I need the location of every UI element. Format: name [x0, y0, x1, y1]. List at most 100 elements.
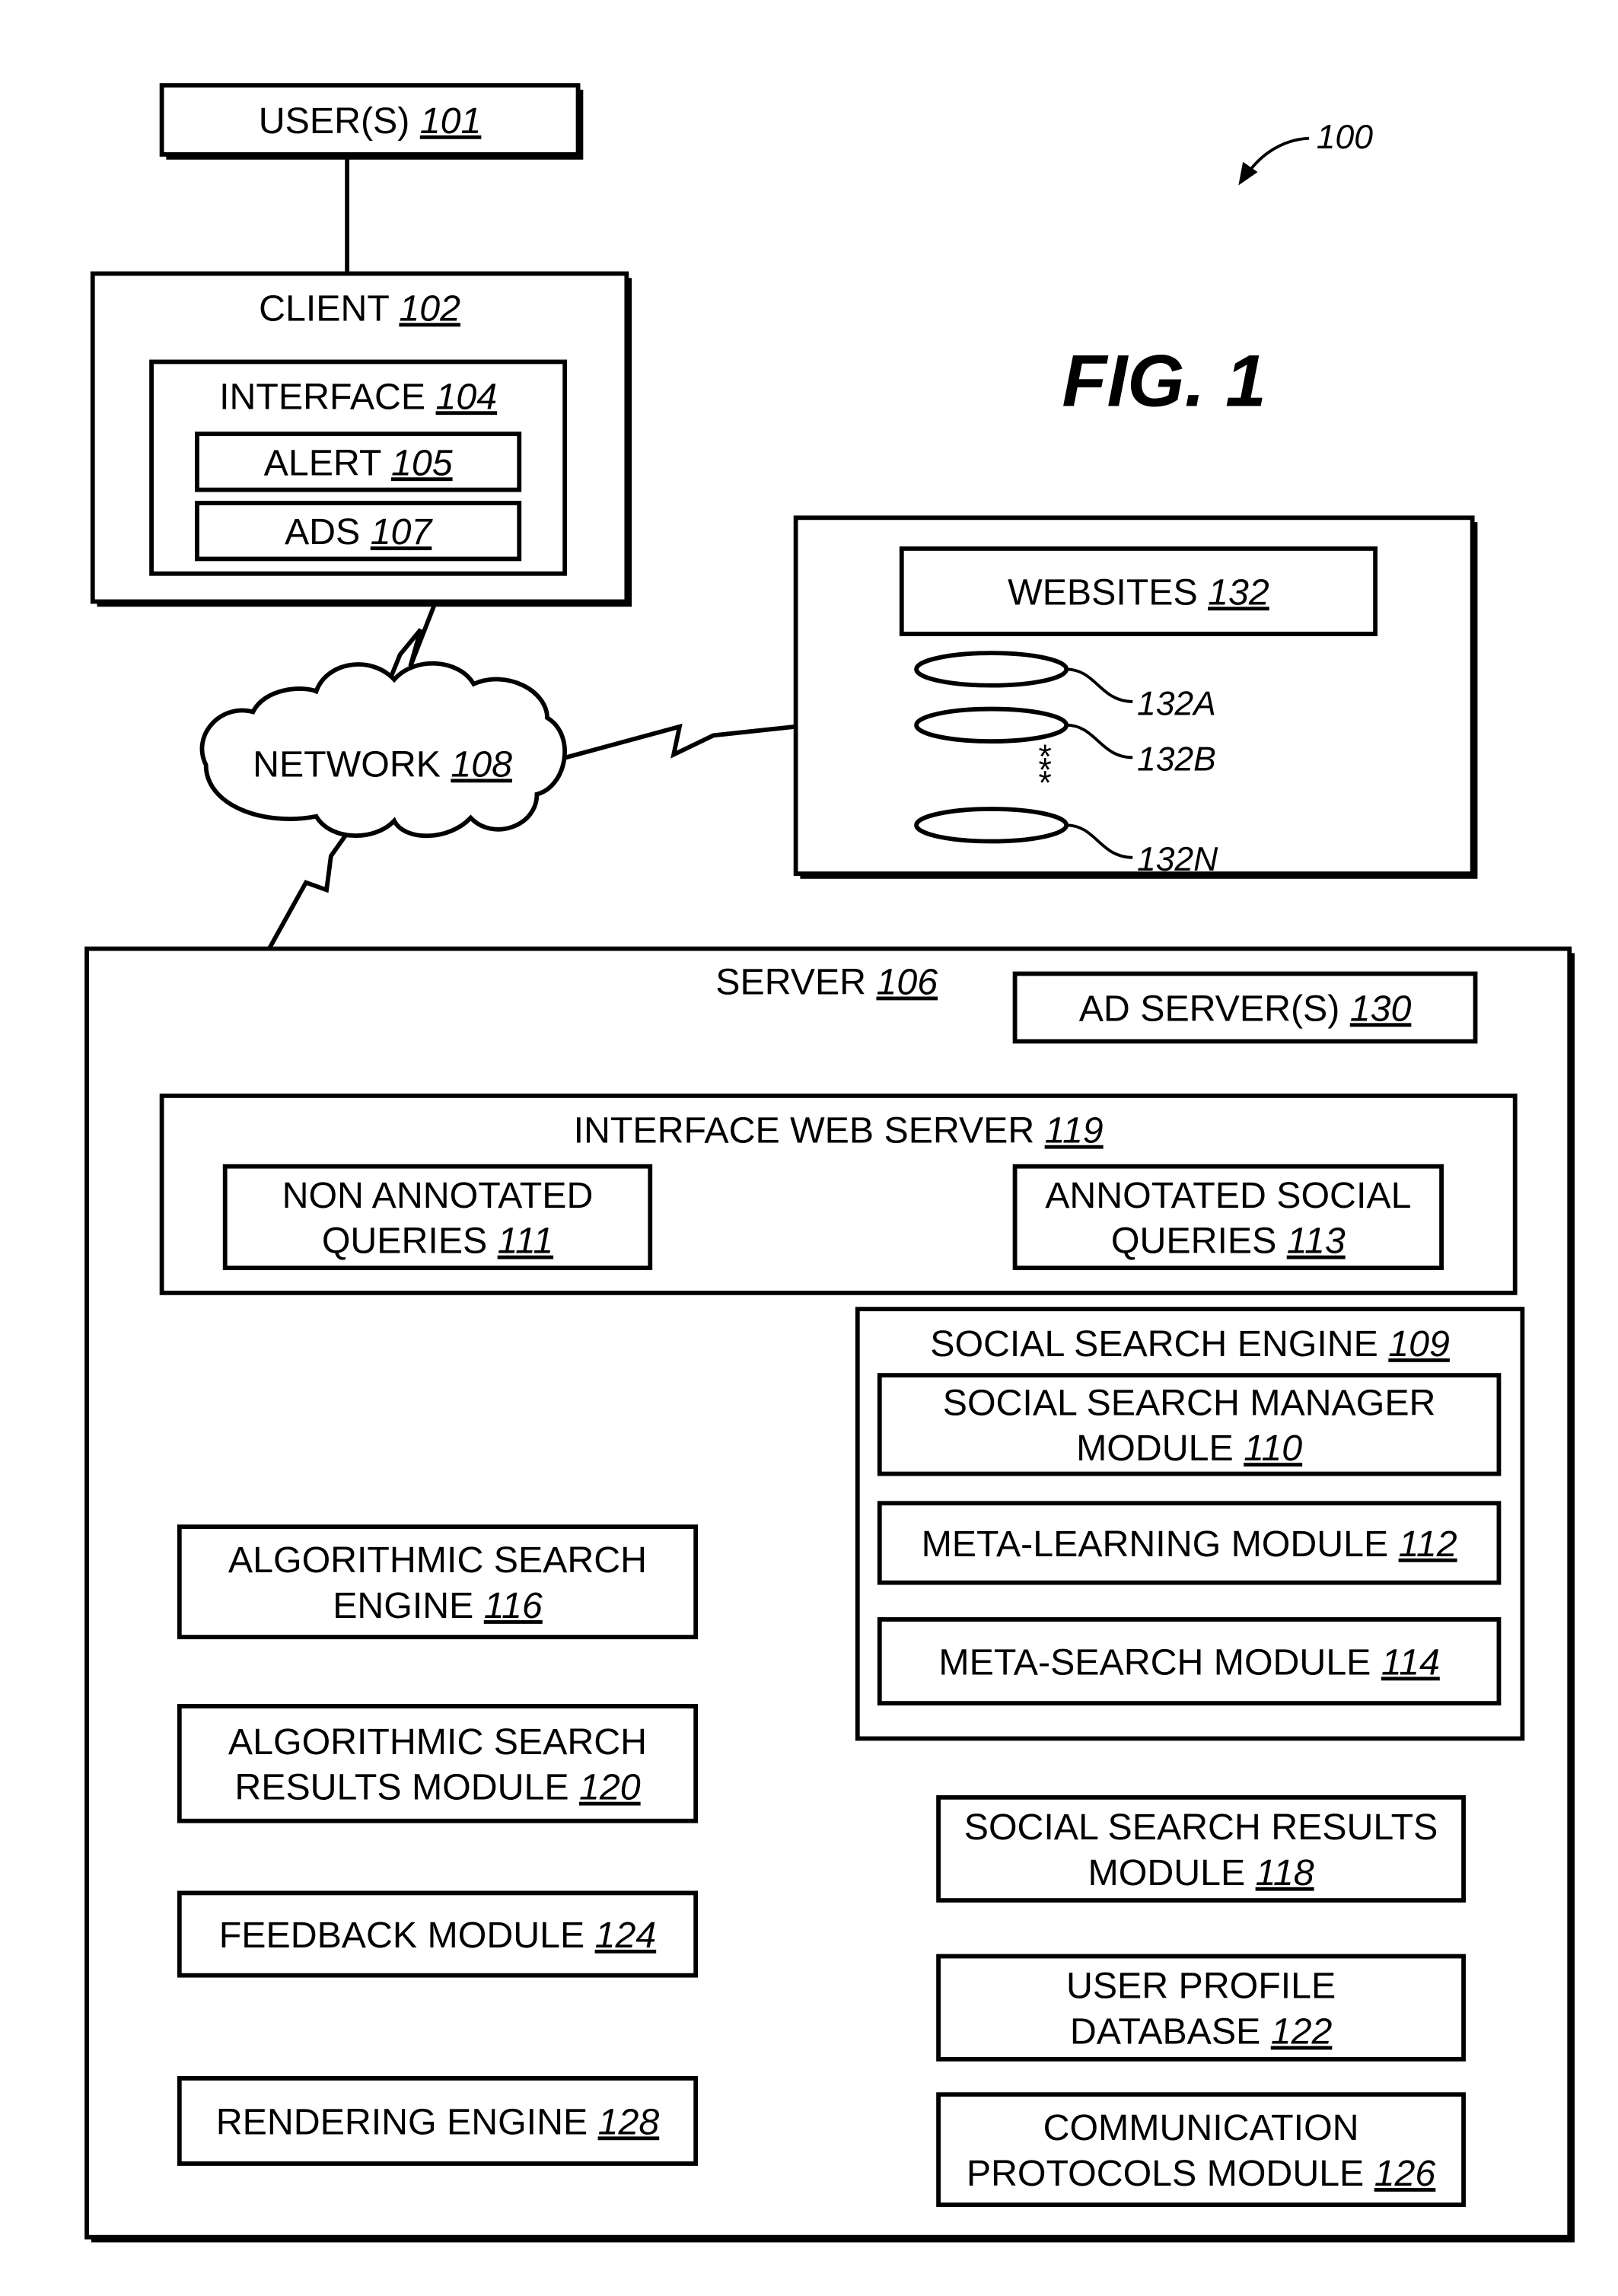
client-box-label-text: CLIENT	[259, 288, 399, 329]
websites-box-label: WEBSITES 132	[1008, 572, 1269, 613]
social-search-manager-module-box-label-line-1-text: SOCIAL SEARCH MANAGER	[943, 1382, 1436, 1423]
server-box-label-text: SERVER	[715, 962, 876, 1003]
interface-web-server-box-label: INTERFACE WEB SERVER 119	[574, 1110, 1104, 1151]
algorithmic-search-results-module-box: ALGORITHMIC SEARCHRESULTS MODULE 120	[177, 1704, 699, 1823]
feedback-module-box-label: FEEDBACK MODULE 124	[219, 1915, 656, 1956]
system-architecture-diagram: USER(S) 101 CLIENT 102 INTERFACE 104 ALERT …	[84, 83, 1575, 2243]
interface-web-server-box-label-text: INTERFACE WEB SERVER	[574, 1110, 1045, 1151]
feedback-module-box-label-text: FEEDBACK MODULE	[219, 1915, 595, 1956]
algorithmic-search-results-module-box-label-line-2-text: RESULTS MODULE	[234, 1767, 579, 1808]
ellipsis-mark: *	[1037, 765, 1052, 802]
network-cloud: NETWORK 108	[199, 661, 567, 839]
annotated-social-queries-box: ANNOTATED SOCIAL QUERIES 113	[1012, 1164, 1444, 1270]
algorithmic-search-results-module-box-label-line-2: RESULTS MODULE 120	[234, 1767, 640, 1808]
communication-protocols-module-box-label-line-2-text: PROTOCOLS MODULE	[967, 2153, 1374, 2194]
network-websites-link	[559, 723, 796, 762]
website-ellipse-icon	[914, 807, 1069, 844]
ads-box-label-ref-number: 107	[371, 511, 434, 553]
non-annotated-queries-box-label-line-2: QUERIES 111	[322, 1221, 553, 1262]
alert-box: ALERT 105	[195, 431, 522, 492]
network-label-text: NETWORK	[253, 744, 451, 785]
users-box-label: USER(S) 101	[259, 100, 482, 142]
user-profile-database-box-label-line-2-text: DATABASE	[1070, 2011, 1271, 2052]
interface-box-label-ref-number: 104	[436, 376, 498, 417]
social-search-manager-module-box-label-line-1: SOCIAL SEARCH MANAGER	[943, 1382, 1436, 1423]
social-search-results-module-box-label-line-1-text: SOCIAL SEARCH RESULTS	[964, 1807, 1438, 1848]
ad-servers-box-label-text: AD SERVER(S)	[1079, 988, 1350, 1029]
boxes: USER(S) 101 CLIENT 102 INTERFACE 104 ALERT …	[84, 83, 1575, 2243]
ad-servers-box-label: AD SERVER(S) 130	[1079, 988, 1412, 1029]
meta-search-module-box-label-text: META-SEARCH MODULE	[938, 1642, 1381, 1683]
meta-search-module-box-label-ref-number: 114	[1381, 1642, 1440, 1683]
algorithmic-search-results-module-box-label-line-2-ref-number: 120	[579, 1767, 641, 1808]
social-search-manager-module-box: SOCIAL SEARCH MANAGER MODULE 110	[877, 1373, 1502, 1476]
algorithmic-search-results-module-box-label-line-1: ALGORITHMIC SEARCH	[228, 1721, 647, 1763]
interface-web-server-box-label-ref-number: 119	[1045, 1110, 1104, 1151]
websites-box-label-text: WEBSITES	[1008, 572, 1208, 613]
user-profile-database-box: USER PROFILEDATABASE 122	[936, 1954, 1466, 2062]
social-search-results-module-box-label-line-1: SOCIAL SEARCH RESULTS	[964, 1807, 1438, 1848]
network-label: NETWORK 108	[253, 744, 512, 785]
meta-search-module-box: META-SEARCH MODULE 114	[877, 1617, 1502, 1706]
annotated-social-queries-box-label-line-2-ref-number: 113	[1287, 1221, 1346, 1262]
meta-learning-module-box: META-LEARNING MODULE 112	[877, 1501, 1502, 1585]
meta-learning-module-box-label-text: META-LEARNING MODULE	[922, 1524, 1399, 1565]
annotated-social-queries-box-label-line-1: ANNOTATED SOCIAL	[1045, 1175, 1411, 1216]
social-search-results-module-box: SOCIAL SEARCH RESULTSMODULE 118	[936, 1794, 1466, 1903]
user-profile-database-box-label-line-1: USER PROFILE	[1066, 1966, 1336, 2007]
algorithmic-search-engine-box-label-line-2-ref-number: 116	[484, 1585, 543, 1626]
website-ellipse-icon	[914, 706, 1069, 744]
server-box-label-ref-number: 106	[876, 962, 938, 1003]
users-box-label-ref-number: 101	[420, 100, 482, 142]
interface-box-label-text: INTERFACE	[219, 376, 435, 417]
communication-protocols-module-box-label-line-1-text: COMMUNICATION	[1043, 2107, 1359, 2148]
algorithmic-search-results-module-box-label-line-1-text: ALGORITHMIC SEARCH	[228, 1721, 647, 1763]
website-ellipse-icon	[914, 651, 1069, 688]
user-profile-database-box-label-line-2-ref-number: 122	[1271, 2011, 1333, 2052]
non-annotated-queries-box-label-line-2-text: QUERIES	[322, 1221, 498, 1262]
algorithmic-search-engine-box-label-line-2-text: ENGINE	[333, 1585, 484, 1626]
annotated-social-queries-box-label-line-2-text: QUERIES	[1111, 1221, 1287, 1262]
ad-servers-box: AD SERVER(S) 130	[1012, 971, 1478, 1044]
feedback-module-box-label-ref-number: 124	[595, 1915, 657, 1956]
users-box-label-text: USER(S)	[259, 100, 420, 142]
ads-box-label: ADS 107	[285, 511, 433, 553]
rendering-engine-box-label-ref-number: 128	[598, 2101, 660, 2142]
algorithmic-search-engine-box-label-line-1: ALGORITHMIC SEARCH	[228, 1540, 647, 1581]
feedback-module-box: FEEDBACK MODULE 124	[177, 1890, 699, 1978]
client-box-label: CLIENT 102	[259, 288, 460, 329]
social-search-results-module-box-label-line-2: MODULE 118	[1088, 1852, 1314, 1893]
ads-box: ADS 107	[195, 501, 522, 562]
alert-box-label: ALERT 105	[264, 442, 453, 483]
rendering-engine-box: RENDERING ENGINE 128	[177, 2076, 699, 2166]
client-box-label-ref-number: 102	[399, 288, 460, 329]
alert-box-label-ref-number: 105	[391, 442, 453, 483]
figure-title: FIG. 1	[1062, 340, 1266, 422]
website-ref-label: 132N	[1137, 841, 1218, 878]
websites-box-label-ref-number: 132	[1208, 572, 1269, 613]
communication-protocols-module-box: COMMUNICATION PROTOCOLS MODULE 126	[936, 2092, 1466, 2208]
non-annotated-queries-box-label-line-1-text: NON ANNOTATED	[282, 1175, 594, 1216]
communication-protocols-module-box-label-line-2: PROTOCOLS MODULE 126	[967, 2153, 1436, 2194]
figure-reference: 100	[1238, 119, 1373, 186]
websites-ellipsis-icon: ***	[1037, 738, 1052, 802]
non-annotated-queries-box-label-line-1: NON ANNOTATED	[282, 1175, 594, 1216]
rendering-engine-box-label: RENDERING ENGINE 128	[216, 2101, 660, 2142]
social-search-manager-module-box-label-line-2: MODULE 110	[1076, 1428, 1302, 1469]
annotated-social-queries-box-label-line-2: QUERIES 113	[1111, 1221, 1346, 1262]
non-annotated-queries-box-label-line-2-ref-number: 111	[498, 1221, 553, 1262]
rendering-engine-box-label-text: RENDERING ENGINE	[216, 2101, 598, 2142]
alert-box-label-text: ALERT	[264, 442, 391, 483]
social-search-manager-module-box-label-line-2-ref-number: 110	[1244, 1428, 1302, 1469]
user-profile-database-box-label-line-2: DATABASE 122	[1070, 2011, 1333, 2052]
network-server-link	[267, 819, 358, 951]
annotated-social-queries-box-label-line-1-text: ANNOTATED SOCIAL	[1045, 1175, 1411, 1216]
algorithmic-search-engine-box: ALGORITHMIC SEARCHENGINE 116	[177, 1524, 699, 1640]
meta-search-module-box-label: META-SEARCH MODULE 114	[938, 1642, 1439, 1683]
social-search-engine-box-label-ref-number: 109	[1388, 1323, 1450, 1365]
interface-box-label: INTERFACE 104	[219, 376, 497, 417]
website-ref-label: 132B	[1137, 741, 1216, 779]
social-search-engine-box-label-text: SOCIAL SEARCH ENGINE	[930, 1323, 1388, 1365]
meta-learning-module-box-label: META-LEARNING MODULE 112	[922, 1524, 1457, 1565]
communication-protocols-module-box-label-line-1: COMMUNICATION	[1043, 2107, 1359, 2148]
